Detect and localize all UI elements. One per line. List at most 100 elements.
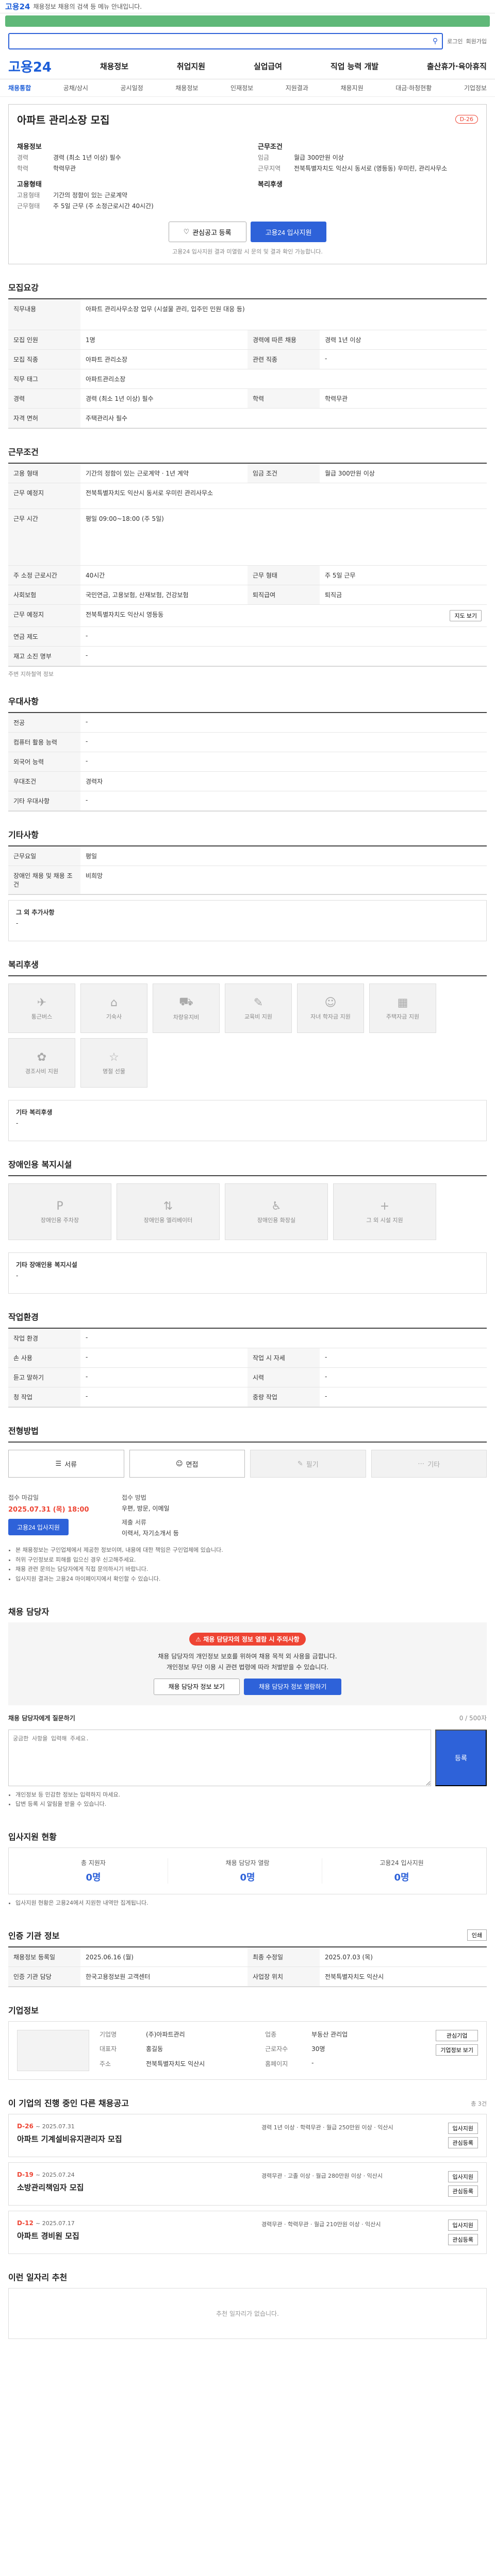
item-title[interactable]: 아파트 기계설비유지관리자 모집: [17, 2133, 251, 2144]
contact-view-button[interactable]: 채용 담당자 정보 보기: [153, 1678, 240, 1695]
item-scrap-button[interactable]: 관심등록: [448, 2185, 478, 2197]
global-nav: 고용24 채용정보 취업지원 실업급여 직업 능력 개발 출산휴가·육아휴직: [0, 54, 495, 79]
item-scrap-button[interactable]: 관심등록: [448, 2137, 478, 2148]
cell: 외국어 능력: [8, 752, 80, 772]
apply-button[interactable]: 고용24 입사지원: [250, 222, 327, 242]
building-icon: ▦: [397, 996, 408, 1009]
search-icon[interactable]: ⚲: [433, 37, 438, 45]
cell: 작업 시 자세: [248, 1348, 320, 1368]
subnav-0[interactable]: 채용통합: [8, 83, 31, 92]
apply-now-button[interactable]: 고용24 입사지원: [8, 1519, 69, 1535]
notice-banner[interactable]: [5, 15, 490, 27]
duty-label: 직무내용: [8, 299, 80, 330]
cell: 장애인 채용 및 채용 조건: [8, 866, 80, 894]
item-apply-button[interactable]: 입사지원: [448, 2171, 478, 2182]
item-dday: D-19: [17, 2171, 34, 2178]
benefit-car: ⛟ 차량유지비: [153, 984, 220, 1033]
others-count: 총 3건: [471, 2100, 487, 2107]
disability-other: -: [16, 1272, 19, 1279]
cell: 경력 (최소 1년 이상) 필수: [80, 389, 248, 409]
cell: -: [320, 350, 487, 369]
nav-support[interactable]: 취업지원: [177, 61, 205, 72]
summary-right-label: 근무조건: [258, 143, 283, 151]
item-scrap-button[interactable]: 관심등록: [448, 2233, 478, 2245]
cell: -: [80, 1387, 248, 1407]
subnav-5[interactable]: 지원결과: [286, 83, 308, 92]
nav-job[interactable]: 채용정보: [100, 61, 128, 72]
subnav-4[interactable]: 인재정보: [230, 83, 253, 92]
cell: 중량 작업: [248, 1387, 320, 1407]
list-item[interactable]: D-26 ~ 2025.07.31 아파트 기계설비유지관리자 모집 경력 1년 …: [8, 2113, 487, 2157]
qa-textarea[interactable]: [8, 1729, 431, 1786]
print-button[interactable]: 인쇄: [467, 1929, 487, 1941]
benefit-title: 복리후생: [8, 960, 39, 970]
qa-note: 답변 등록 시 알림을 받을 수 있습니다.: [15, 1800, 487, 1809]
item-apply-button[interactable]: 입사지원: [448, 2122, 478, 2134]
nav-training[interactable]: 직업 능력 개발: [331, 61, 378, 72]
cell: 40시간: [80, 566, 248, 585]
nav-leave[interactable]: 출산휴가·육아휴직: [427, 61, 487, 72]
cell: 최종 수정일: [248, 1947, 320, 1967]
item-apply-button[interactable]: 입사지원: [448, 2219, 478, 2231]
cell: 아파트 관리소장: [80, 350, 248, 369]
cell: 손 사용: [8, 1348, 80, 1368]
brand-logo[interactable]: 고용24: [8, 57, 52, 76]
subnav-3[interactable]: 채용정보: [175, 83, 198, 92]
benefit-label: 통근버스: [31, 1013, 53, 1020]
cell: 학력무관: [320, 389, 487, 409]
qa-count: 0 / 500자: [459, 1714, 487, 1722]
login-link[interactable]: 로그인: [447, 37, 463, 45]
company-info-button[interactable]: 기업정보 보기: [436, 2044, 478, 2056]
method-label: 서류: [64, 1461, 77, 1469]
cell: 듣고 말하기: [8, 1368, 80, 1387]
map-button[interactable]: 지도 보기: [450, 610, 482, 621]
item-date: ~ 2025.07.17: [36, 2219, 75, 2227]
contact-person-button[interactable]: 채용 담당자 정보 열람하기: [243, 1678, 342, 1695]
kv-key: 근무형태: [17, 202, 40, 210]
kv-value: 기간의 정함이 있는 근로계약: [53, 192, 127, 199]
nav-benefit[interactable]: 실업급여: [254, 61, 282, 72]
benefit-child: ☺ 자녀 학자금 지원: [297, 984, 364, 1033]
benefit-holiday: ☆ 명절 선물: [80, 1038, 147, 1088]
subnav-8[interactable]: 기업정보: [464, 83, 487, 92]
docs-value: 이력서, 자기소개서 등: [122, 1530, 179, 1537]
method-label: 필기: [306, 1461, 319, 1469]
cell: 경력에 따른 채용: [248, 330, 320, 350]
hero-note: 고용24 입사지원 결과 미열람 시 문의 및 결과 확인 가능합니다.: [172, 248, 323, 255]
job-title: 아파트 관리소장 모집: [17, 114, 110, 126]
cell: 인증 기관 담당: [8, 1967, 80, 1987]
cell: 직무 태그: [8, 369, 80, 389]
cell: 한국고용정보원 고객센터: [80, 1967, 248, 1987]
company-title: 기업정보: [8, 2005, 39, 2015]
company-card: 기업명 (주)아파트관리 업종 부동산 관리업 대표자 홍길동 근로자수 30명 주소 전북특…: [8, 2021, 487, 2080]
item-title[interactable]: 소방관리책임자 모집: [17, 2182, 251, 2193]
scrap-button[interactable]: ♡ 관심공고 등록: [168, 222, 246, 242]
reg-section: 채용정보 등록일 2025.06.16 (월) 최종 수정일 2025.07.03 (…: [8, 1946, 487, 1987]
list-item[interactable]: D-19 ~ 2025.07.24 소방관리책임자 모집 경력무관 · 고졸 이상…: [8, 2162, 487, 2206]
signup-link[interactable]: 회원가입: [466, 37, 487, 45]
contact-desc2: 개인정보 무단 이용 시 관련 법령에 따라 처벌받을 수 있습니다.: [166, 1663, 329, 1671]
cell: 퇴직금: [320, 585, 487, 605]
cond-section: 고용 형태 기간의 정함이 있는 근로계약 · 1년 계약 임금 조건 월급 300만…: [8, 463, 487, 667]
stat-label: 총 지원자: [81, 1859, 106, 1867]
qa-submit-button[interactable]: 등록: [435, 1729, 487, 1786]
item-title[interactable]: 아파트 경비원 모집: [17, 2230, 251, 2241]
subnav-2[interactable]: 공시일정: [121, 83, 143, 92]
kv-value: 경력 (최소 1년 이상) 필수: [53, 154, 121, 161]
cell: 홈페이지: [265, 2060, 288, 2068]
cell: 비희망: [80, 866, 487, 894]
prefer-title: 우대사항: [8, 697, 39, 706]
facility-label: 장애인용 엘리베이터: [143, 1216, 193, 1224]
list-item[interactable]: D-12 ~ 2025.07.17 아파트 경비원 모집 경력무관 · 학력무관 …: [8, 2210, 487, 2254]
elevator-icon: ⇅: [163, 1199, 173, 1213]
search-input[interactable]: ⚲: [8, 33, 443, 49]
cell: 전북특별자치도 익산시 동서로 우미린 관리사무소: [80, 483, 487, 509]
subnav-7[interactable]: 대금·하청현황: [395, 83, 432, 92]
top-logo[interactable]: 고용24: [5, 1, 30, 12]
cell: 경력 1년 이상: [320, 330, 487, 350]
gift-icon: ✿: [37, 1050, 47, 1064]
subnav-1[interactable]: 공채/상시: [63, 83, 88, 92]
subnav-6[interactable]: 채용지원: [340, 83, 363, 92]
warning-icon: ⚠: [195, 1635, 202, 1643]
follow-company-button[interactable]: 관심기업: [436, 2029, 478, 2041]
